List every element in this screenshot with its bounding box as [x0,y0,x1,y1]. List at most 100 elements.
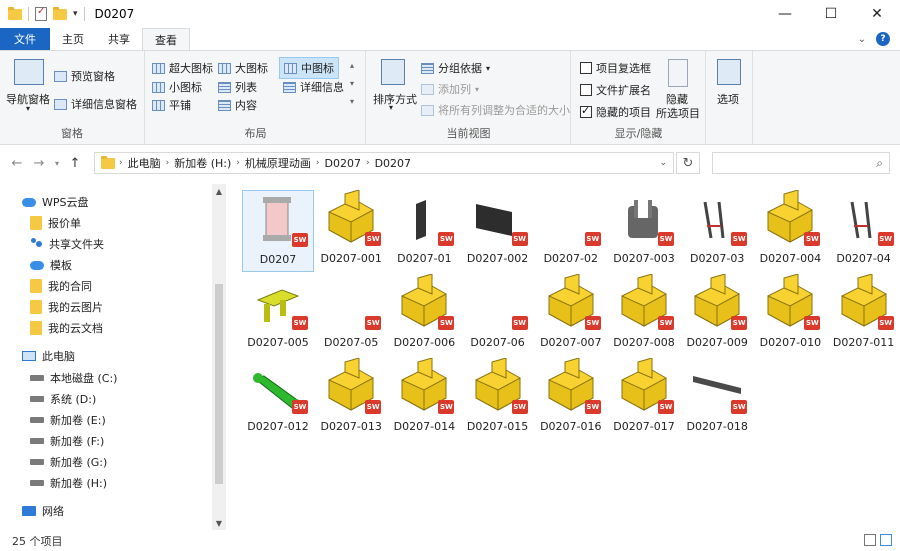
hidden-items-toggle[interactable]: 隐藏的项目 [580,104,651,120]
layout-scroll-down-icon[interactable]: ▾ [350,79,354,88]
group-by-button[interactable]: 分组依据 ▾ [421,60,490,76]
layout-tiles[interactable]: 平铺 [152,97,191,113]
file-item[interactable]: SW D0207-011 [828,273,900,356]
navigation-pane-chevron-icon[interactable]: ▾ [26,104,30,113]
layout-large-icons[interactable]: 大图标 [218,60,268,76]
layout-content[interactable]: 内容 [218,97,257,113]
options-icon[interactable] [717,59,741,85]
file-item[interactable]: SW D0207-002 [462,190,534,272]
help-icon[interactable]: ? [876,32,890,46]
file-item[interactable]: SW D0207-003 [608,190,680,272]
sidebar-item[interactable]: 网络 [22,503,64,519]
breadcrumb-drive-h[interactable]: 新加卷 (H:) [169,155,236,171]
file-item[interactable]: SW D0207-012 [242,358,314,440]
scroll-down-icon[interactable]: ▼ [212,516,226,530]
tab-view[interactable]: 查看 [142,28,190,51]
add-columns-button[interactable]: 添加列 ▾ [421,81,479,97]
navigation-pane-icon[interactable] [14,59,44,85]
file-item[interactable]: SW D0207-015 [462,357,534,440]
sidebar-item[interactable]: 我的云文档 [30,320,103,336]
sidebar-item[interactable]: 系统 (D:) [30,391,96,407]
file-item[interactable]: SW D0207-008 [608,273,680,356]
file-extensions-checkbox[interactable] [580,84,592,96]
layout-small-icons[interactable]: 小图标 [152,79,202,95]
minimize-button[interactable]: — [762,0,808,28]
hide-selected-icon[interactable] [668,59,688,87]
hidden-items-checkbox[interactable] [580,104,592,118]
layout-extra-large-icons[interactable]: 超大图标 [152,60,213,76]
layout-details[interactable]: 详细信息 [283,79,344,95]
expand-ribbon-chevron-icon[interactable]: ⌄ [858,34,866,45]
file-item[interactable]: SW D0207-02 [535,190,607,272]
tab-file[interactable]: 文件 [0,28,50,50]
details-pane-button[interactable]: 详细信息窗格 [54,96,137,112]
sidebar-item[interactable]: 新加卷 (H:) [30,475,107,491]
new-folder-icon[interactable] [53,6,67,20]
file-item[interactable]: SW D0207-03 [681,190,753,272]
sidebar-item[interactable]: 我的云图片 [30,299,103,315]
file-item[interactable]: SW D0207-007 [535,273,607,356]
tab-share[interactable]: 共享 [96,28,142,50]
file-item[interactable]: SW D0207 [242,190,314,272]
maximize-button[interactable]: ☐ [808,0,854,28]
file-item[interactable]: SW D0207-017 [608,357,680,440]
file-item[interactable]: SW D0207-05 [315,274,387,356]
sidebar-item[interactable]: 新加卷 (G:) [30,454,107,470]
customize-toolbar-chevron-icon[interactable]: ▾ [73,9,78,19]
refresh-icon[interactable]: ↻ [676,152,700,174]
layout-list[interactable]: 列表 [218,79,257,95]
search-input[interactable]: ⌕ [712,152,890,174]
item-checkboxes-checkbox[interactable] [580,62,592,74]
large-icons-view-icon[interactable] [880,534,892,546]
sidebar-item[interactable]: 报价单 [30,215,81,231]
file-item[interactable]: SW D0207-009 [681,273,753,356]
preview-pane-button[interactable]: 预览窗格 [54,68,115,84]
sidebar-item[interactable]: 新加卷 (F:) [30,433,104,449]
sidebar-item[interactable]: WPS云盘 [22,194,89,210]
sort-by-chevron-icon[interactable]: ▾ [389,103,393,112]
close-button[interactable]: ✕ [854,0,900,28]
sidebar-item[interactable]: 新加卷 (E:) [30,412,106,428]
tab-home[interactable]: 主页 [50,28,96,50]
sidebar-item[interactable]: 本地磁盘 (C:) [30,370,117,386]
breadcrumb-d0207-parent[interactable]: D0207 [320,157,366,170]
nav-scrollbar[interactable]: ▲ ▼ [212,184,226,530]
properties-icon[interactable] [35,6,47,21]
file-item[interactable]: SW D0207-06 [462,274,534,356]
file-item[interactable]: SW D0207-013 [315,357,387,440]
breadcrumb-mechanism-folder[interactable]: 机械原理动画 [240,155,316,171]
file-item[interactable]: SW D0207-001 [315,189,387,272]
file-item[interactable]: SW D0207-004 [754,189,826,272]
file-item[interactable]: SW D0207-014 [388,357,460,440]
file-item[interactable]: SW D0207-005 [242,274,314,356]
address-dropdown-chevron-icon[interactable]: ⌄ [659,158,667,168]
sort-by-button[interactable]: 排序方式 [373,91,417,107]
address-bar[interactable]: › 此电脑 › 新加卷 (H:) › 机械原理动画 › D0207 › D020… [94,152,674,174]
layout-scroll-up-icon[interactable]: ▴ [350,61,354,70]
item-checkboxes-toggle[interactable]: 项目复选框 [580,60,651,76]
file-item[interactable]: SW D0207-01 [388,190,460,272]
sidebar-item[interactable]: 我的合同 [30,278,92,294]
layout-medium-icons[interactable]: 中图标 [279,57,339,79]
file-item[interactable]: SW D0207-016 [535,357,607,440]
recent-locations-chevron-icon[interactable]: ▾ [50,159,64,168]
up-arrow-icon[interactable]: ↑ [64,156,86,171]
back-arrow-icon[interactable]: ← [6,156,28,171]
breadcrumb-d0207-current[interactable]: D0207 [370,157,416,170]
scroll-up-icon[interactable]: ▲ [212,184,226,198]
scroll-thumb[interactable] [215,284,223,484]
sidebar-item[interactable]: 模板 [30,257,72,273]
file-item[interactable]: SW D0207-006 [388,273,460,356]
details-view-icon[interactable] [864,534,876,546]
sort-by-icon[interactable] [381,59,405,85]
forward-arrow-icon[interactable]: → [28,156,50,171]
file-item[interactable]: SW D0207-010 [754,273,826,356]
file-item[interactable]: SW D0207-04 [828,190,900,272]
file-extensions-toggle[interactable]: 文件扩展名 [580,82,651,98]
file-item[interactable]: SW D0207-018 [681,358,753,440]
sidebar-item[interactable]: 共享文件夹 [30,236,104,252]
size-all-columns-button[interactable]: 将所有列调整为合适的大小 [421,102,570,118]
options-button[interactable]: 选项 [717,91,739,107]
layout-more-icon[interactable]: ▾ [350,97,354,106]
sidebar-item[interactable]: 此电脑 [22,348,75,364]
